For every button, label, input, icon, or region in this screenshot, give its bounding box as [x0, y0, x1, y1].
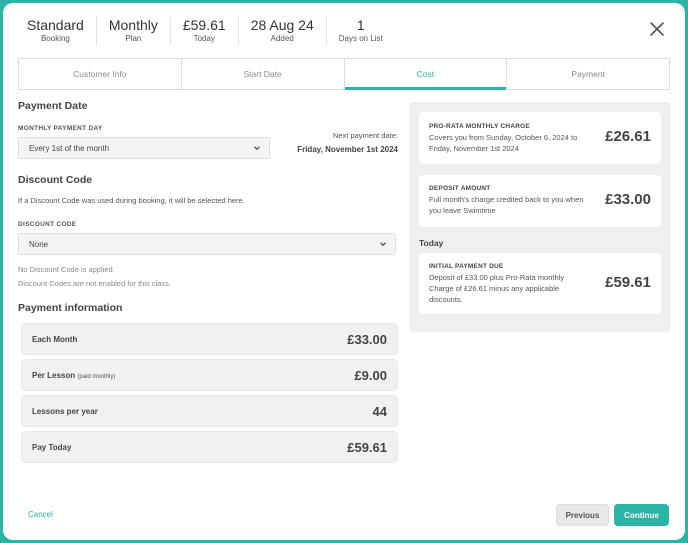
initial-payment-amount: £59.61 [605, 274, 651, 291]
stat-added: 28 Aug 24 Added [239, 17, 327, 45]
stat-plan: Monthly Plan [97, 17, 171, 45]
deposit-card: DEPOSIT AMOUNT Full month's charge credi… [419, 175, 661, 227]
tab-cost[interactable]: Cost [344, 59, 508, 90]
stat-value: 1 [356, 17, 365, 33]
prorata-card: PRO-RATA MONTHLY CHARGE Covers you from … [419, 112, 661, 164]
payment-day-value: Every 1st of the month [29, 143, 110, 153]
payment-info-title: Payment information [18, 302, 123, 314]
discount-note-applied: No Discount Code is applied. [18, 265, 115, 274]
stat-label: Plan [125, 34, 142, 43]
tab-start-date[interactable]: Start Date [182, 59, 345, 89]
info-row-each-month: Each Month £33.00 [21, 323, 398, 355]
info-row-sublabel: (paid monthly) [77, 373, 116, 380]
booking-modal: Standard Booking Monthly Plan £59.61 Tod… [3, 3, 685, 540]
info-row-value: 44 [372, 403, 387, 419]
next-payment-date: Friday, November 1st 2024 [297, 145, 398, 154]
info-row-label-text: Lessons per year [32, 406, 98, 416]
chevron-down-icon [380, 242, 386, 247]
stat-label: Added [270, 34, 294, 43]
next-payment: Next payment date: Friday, November 1st … [297, 131, 398, 154]
info-row-per-lesson: Per Lesson (paid monthly) £9.00 [21, 359, 398, 391]
payment-date-title: Payment Date [18, 100, 88, 112]
close-button[interactable] [647, 19, 667, 39]
stat-value: £59.61 [182, 17, 226, 33]
initial-payment-title: INITIAL PAYMENT DUE [429, 263, 504, 270]
info-row-value: £59.61 [347, 439, 387, 455]
stat-label: Days on List [338, 34, 383, 43]
info-row-lessons-per-year: Lessons per year 44 [21, 395, 398, 427]
info-row-value: £9.00 [354, 367, 387, 383]
info-row-value: £33.00 [347, 331, 387, 347]
payment-day-select[interactable]: Every 1st of the month [18, 137, 270, 159]
today-label: Today [419, 238, 444, 248]
initial-payment-description: Deposit of £33.00 plus Pro-Rata monthly … [429, 273, 565, 304]
discount-code-label: DISCOUNT CODE [18, 221, 77, 228]
info-row-label: Per Lesson (paid monthly) [32, 371, 115, 380]
tab-customer-info[interactable]: Customer Info [19, 59, 182, 89]
discount-description: If a Discount Code was used during booki… [18, 196, 245, 205]
info-row-label: Pay Today [32, 443, 71, 452]
prorata-amount: £26.61 [605, 128, 651, 145]
step-tabs: Customer Info Start Date Cost Payment [18, 58, 670, 90]
continue-button[interactable]: Continue [614, 504, 669, 526]
stat-booking: Standard Booking [15, 17, 97, 45]
discount-note-disabled: Discount Codes are not enabled for this … [18, 279, 171, 288]
header-stats: Standard Booking Monthly Plan £59.61 Tod… [15, 17, 395, 45]
stat-value: Standard [27, 17, 84, 33]
next-payment-label: Next payment date: [332, 131, 398, 140]
discount-code-value: None [29, 239, 49, 249]
info-row-pay-today: Pay Today £59.61 [21, 431, 398, 463]
stat-today: £59.61 Today [171, 17, 239, 45]
payment-day-row: Every 1st of the month Next payment date… [18, 131, 398, 159]
tab-payment[interactable]: Payment [507, 59, 669, 89]
deposit-amount: £33.00 [605, 191, 651, 208]
discount-code-select[interactable]: None [18, 233, 396, 255]
stat-value: Monthly [108, 17, 158, 33]
stat-value: 28 Aug 24 [250, 17, 314, 33]
initial-payment-card: INITIAL PAYMENT DUE Deposit of £33.00 pl… [419, 253, 661, 314]
payment-info-list: Each Month £33.00 Per Lesson (paid month… [18, 323, 398, 463]
cancel-link[interactable]: Cancel [28, 510, 53, 519]
info-row-label-text: Pay Today [32, 442, 72, 452]
chevron-down-icon [254, 146, 260, 151]
prorata-description: Covers you from Sunday, October 6, 2024 … [429, 133, 578, 153]
discount-title: Discount Code [18, 174, 93, 186]
info-row-label-text: Per Lesson [32, 370, 76, 380]
stat-days-on-list: 1 Days on List [327, 17, 395, 45]
close-icon [650, 22, 664, 36]
cost-summary-panel: PRO-RATA MONTHLY CHARGE Covers you from … [409, 102, 671, 332]
stat-label: Today [193, 34, 215, 43]
left-column: Payment Date MONTHLY PAYMENT DAY Every 1… [18, 100, 398, 467]
info-row-label: Each Month [32, 335, 77, 344]
stat-label: Booking [40, 34, 70, 43]
previous-button[interactable]: Previous [556, 504, 609, 526]
info-row-label: Lessons per year [32, 407, 98, 416]
deposit-description: Full month's charge credited back to you… [429, 195, 584, 215]
info-row-label-text: Each Month [32, 334, 78, 344]
